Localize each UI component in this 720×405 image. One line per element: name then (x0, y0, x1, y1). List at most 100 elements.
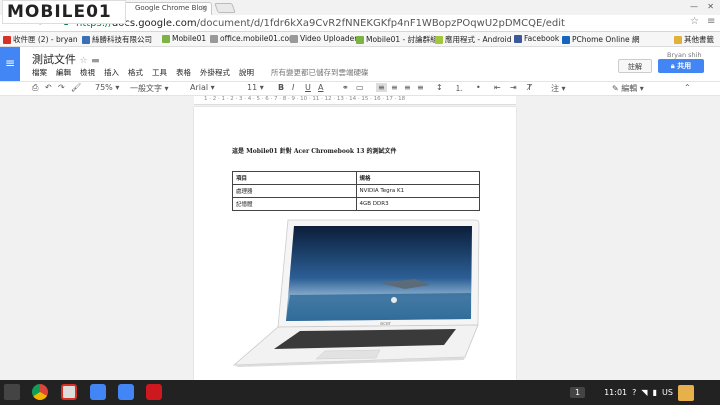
user-name[interactable]: Bryan shih (667, 51, 702, 59)
link-icon[interactable]: ⚭ (342, 83, 349, 92)
wifi-icon[interactable]: ◥ (641, 388, 647, 397)
url-field[interactable]: https://docs.google.com/document/d/1fdr6… (76, 18, 565, 29)
more-icon[interactable]: 注 ▾ (551, 83, 566, 94)
bookmark-pchome[interactable]: PChome Online 網 (562, 34, 639, 45)
paint-format-icon[interactable]: 🖌︎ (71, 83, 81, 92)
bookmark-video-uploader[interactable]: Video Uploader (290, 34, 357, 43)
decrease-indent-icon[interactable]: ⇤ (494, 83, 501, 92)
bookmarks-bar: 收件匣 (2) - bryan 絲勝科技有限公司 Mobile01 office… (0, 32, 720, 47)
tab-chrome-blog[interactable]: Google Chrome Blog ✕ (112, 2, 212, 15)
star-icon[interactable]: ☆ (80, 56, 88, 66)
new-tab-button[interactable] (214, 3, 236, 13)
menu-file[interactable]: 檔案 (32, 67, 47, 78)
laptop-image: acer (232, 219, 480, 367)
company-icon (82, 35, 90, 44)
undo-icon[interactable]: ↶ (45, 83, 52, 92)
docs-header: ≡ 測試文件 ☆ ▬ 檔案 編輯 檢視 插入 格式 工具 表格 外掛程式 說明 … (0, 47, 720, 81)
line-spacing-icon[interactable]: ↕ (436, 83, 443, 92)
font-select[interactable]: Arial ▾ (190, 83, 215, 92)
ruler[interactable]: 1 · 2 · 1 · 2 · 3 · 4 · 5 · 6 · 7 · 8 · … (194, 96, 516, 105)
mode-select[interactable]: ✎ 編輯 ▾ (612, 83, 644, 94)
text-color-icon[interactable]: A (318, 83, 323, 92)
font-size-select[interactable]: 11 ▾ (247, 83, 264, 92)
italic-icon[interactable]: I (292, 83, 294, 92)
page-icon (290, 34, 298, 43)
help-icon[interactable]: ? (632, 388, 636, 397)
status-tray[interactable]: 1 11:01 ? ◥ ▮ US (570, 383, 694, 402)
minimize-icon[interactable]: — (690, 2, 698, 11)
table-cell: 4GB DDR3 (355, 197, 480, 211)
ruler-tick: 1 · 2 · 1 · 2 · 3 · 4 · 5 · 6 · 7 · 8 · … (204, 96, 406, 102)
increase-indent-icon[interactable]: ⇥ (510, 83, 517, 92)
close-tab-icon[interactable]: ✕ (201, 4, 207, 12)
close-window-icon[interactable]: ✕ (707, 2, 714, 11)
bookmark-mobile01-forum[interactable]: Mobile01 - 討論群組 (356, 34, 438, 45)
document-page[interactable]: 這是 Mobile01 針對 Acer Chromebook 13 的測試文件 … (194, 107, 516, 380)
bookmark-facebook[interactable]: Facebook (514, 34, 559, 43)
bookmark-office[interactable]: office.mobile01.cor (210, 34, 292, 43)
bookmark-star-icon[interactable]: ☆ (690, 16, 699, 27)
comment-icon[interactable]: ▭ (356, 83, 364, 92)
clock[interactable]: 11:01 (604, 388, 627, 397)
ime-indicator[interactable]: US (662, 388, 673, 397)
doc-title[interactable]: 測試文件 ☆ ▬ (32, 51, 100, 67)
share-button[interactable]: 🔒︎ 共用 (658, 59, 704, 73)
mobile01-icon (356, 35, 364, 44)
bookmark-mobile01[interactable]: Mobile01 (162, 34, 206, 43)
bold-icon[interactable]: B (278, 83, 284, 92)
gmail-icon (3, 35, 11, 44)
battery-icon[interactable]: ▮ (653, 388, 657, 397)
table-cell: 記憶體 (232, 197, 357, 211)
menu-icon[interactable]: ≡ (707, 16, 715, 27)
style-select[interactable]: 一般文字 ▾ (130, 83, 169, 94)
facebook-icon (514, 34, 522, 43)
align-center-icon[interactable]: ≡ (391, 83, 398, 92)
menu-addons[interactable]: 外掛程式 (200, 67, 230, 78)
lock-icon: 🔒︎ (670, 62, 675, 70)
launcher-icon[interactable] (4, 384, 20, 400)
android-icon (435, 35, 443, 44)
spec-table: 項目 規格 處理器 NVIDIA Tegra K1 記憶體 4GB DDR3 (232, 171, 480, 211)
bookmark-company[interactable]: 絲勝科技有限公司 (82, 34, 152, 45)
align-left-icon[interactable]: ≡ (376, 83, 387, 92)
youtube-icon[interactable] (146, 384, 162, 400)
table-row: 處理器 NVIDIA Tegra K1 (232, 184, 480, 198)
print-icon[interactable]: ⎙ (32, 83, 38, 93)
other-bookmarks[interactable]: 其他書籤 (674, 34, 714, 45)
menu-help[interactable]: 說明 (239, 67, 254, 78)
bulleted-list-icon[interactable]: • (476, 83, 481, 92)
menu-tools[interactable]: 工具 (152, 67, 167, 78)
doc-heading: 這是 Mobile01 針對 Acer Chromebook 13 的測試文件 (232, 148, 397, 155)
clear-format-icon[interactable]: Ⱦ (527, 83, 532, 92)
justify-icon[interactable]: ≡ (417, 83, 424, 92)
comment-button[interactable]: 註解 (618, 59, 652, 73)
table-cell: 處理器 (232, 184, 357, 198)
notification-count[interactable]: 1 (570, 387, 586, 398)
pchome-icon (562, 35, 570, 44)
zoom-select[interactable]: 75% ▾ (95, 83, 119, 92)
menu-view[interactable]: 檢視 (80, 67, 95, 78)
menu-format[interactable]: 格式 (128, 67, 143, 78)
bookmark-gmail[interactable]: 收件匣 (2) - bryan (3, 34, 78, 45)
underline-icon[interactable]: U (305, 83, 311, 92)
menu-bar: 檔案 編輯 檢視 插入 格式 工具 表格 外掛程式 說明 所有變更都已儲存到雲端… (32, 67, 369, 78)
table-header: 項目 (232, 171, 357, 185)
chrome-icon[interactable] (32, 384, 48, 400)
menu-insert[interactable]: 插入 (104, 67, 119, 78)
menu-table[interactable]: 表格 (176, 67, 191, 78)
align-right-icon[interactable]: ≡ (404, 83, 411, 92)
format-toolbar: ⎙ ↶ ↷ 🖌︎ 75% ▾ 一般文字 ▾ Arial ▾ 11 ▾ B I U… (0, 81, 720, 96)
save-status: 所有變更都已儲存到雲端硬碟 (271, 68, 369, 77)
gmail-icon[interactable] (61, 384, 77, 400)
docs-home-icon[interactable]: ≡ (0, 47, 20, 81)
google-search-icon[interactable] (90, 384, 106, 400)
redo-icon[interactable]: ↷ (58, 83, 65, 92)
folder-icon[interactable]: ▬ (91, 56, 100, 66)
bookmark-android[interactable]: 應用程式 - Android (435, 34, 511, 45)
collapse-icon[interactable]: ⌃ (684, 83, 691, 92)
docs-icon[interactable] (118, 384, 134, 400)
site-logo: MOBILE01 (2, 0, 126, 24)
menu-edit[interactable]: 編輯 (56, 67, 71, 78)
numbered-list-icon[interactable]: ⒈ (455, 83, 463, 94)
avatar[interactable] (677, 384, 694, 401)
